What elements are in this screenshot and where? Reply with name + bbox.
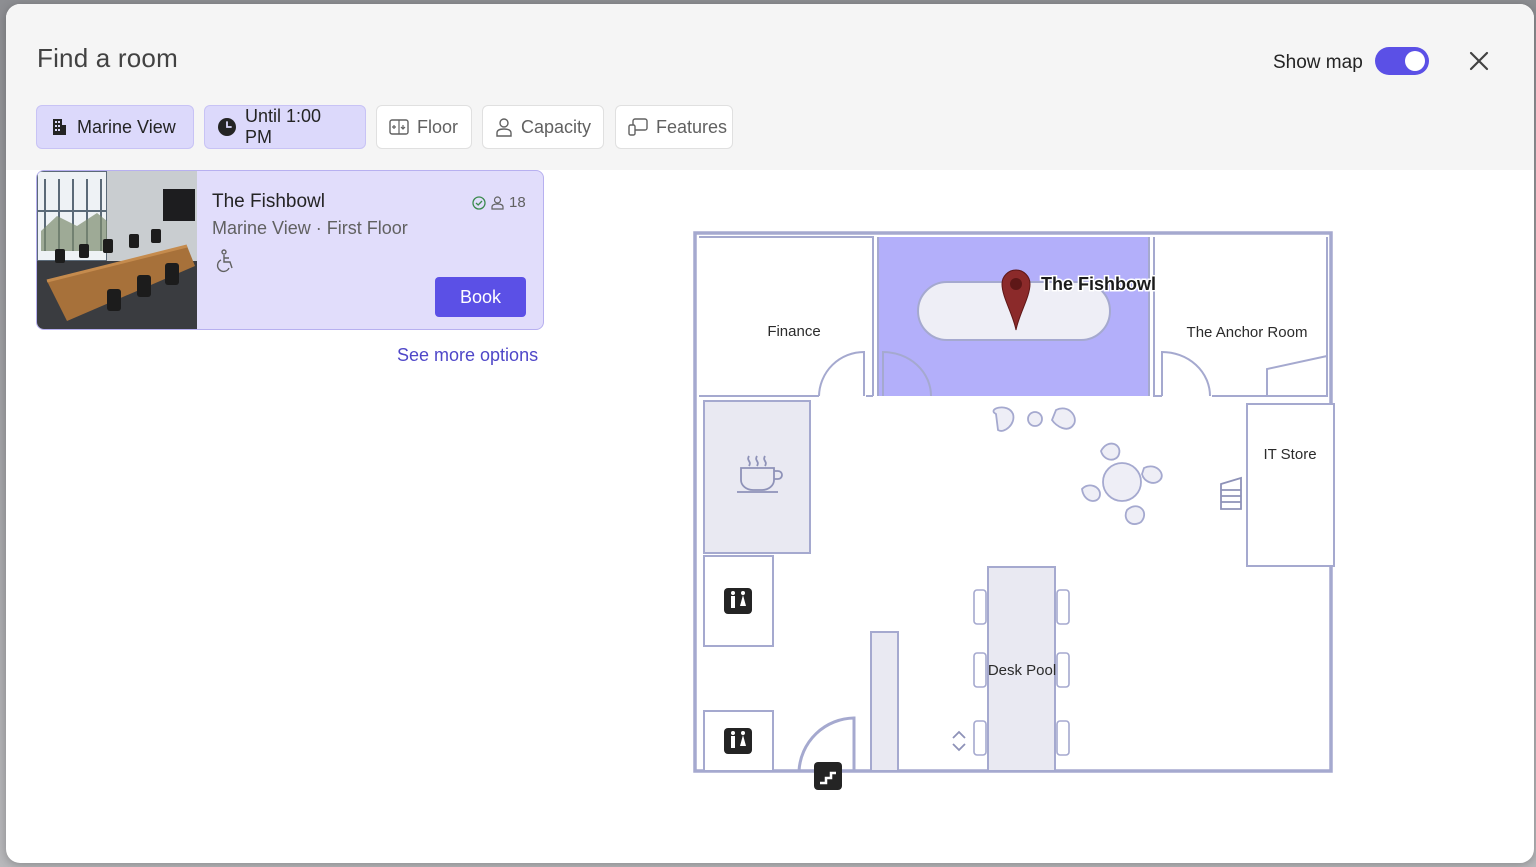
stairs-icon — [814, 762, 842, 790]
map-label-desk-pool: Desk Pool — [988, 662, 1056, 679]
floor-icon — [389, 117, 409, 137]
toggle-knob — [1405, 51, 1425, 71]
features-filter-label: Features — [656, 116, 728, 137]
see-more-options-link[interactable]: See more options — [397, 345, 538, 366]
capacity-filter-label: Capacity — [521, 116, 592, 137]
room-card[interactable]: The Fishbowl 18 Marine View · First Floo… — [36, 170, 544, 330]
find-room-dialog: Find a room Show map Marine View Until 1… — [6, 4, 1534, 863]
floor-map[interactable]: The Fishbowl Finance The Anchor Room IT … — [686, 224, 1346, 804]
features-filter[interactable]: Features — [615, 105, 733, 149]
show-map-label: Show map — [1273, 52, 1363, 73]
map-label-it-store: IT Store — [1263, 446, 1316, 463]
time-filter[interactable]: Until 1:00 PM — [204, 105, 366, 149]
building-icon — [49, 117, 69, 137]
capacity-filter[interactable]: Capacity — [482, 105, 604, 149]
room-name: The Fishbowl — [212, 191, 325, 212]
map-pin-label: The Fishbowl — [1041, 274, 1156, 294]
person-icon — [495, 117, 513, 137]
show-map-toggle[interactable] — [1375, 47, 1429, 75]
room-photo — [37, 171, 197, 329]
room-capacity: 18 — [509, 194, 526, 211]
building-filter-label: Marine View — [77, 116, 176, 137]
restroom-icon-2 — [724, 728, 752, 754]
map-label-finance: Finance — [767, 323, 820, 340]
features-icon — [628, 117, 648, 137]
dialog-title: Find a room — [37, 43, 178, 73]
building-filter[interactable]: Marine View — [36, 105, 194, 149]
clock-icon — [217, 117, 237, 137]
book-button[interactable]: Book — [435, 277, 526, 317]
room-location: Marine View · First Floor — [212, 218, 408, 238]
map-label-anchor-room: The Anchor Room — [1187, 324, 1308, 341]
accessible-icon — [216, 249, 233, 273]
person-icon — [491, 195, 504, 210]
close-icon[interactable] — [1466, 48, 1492, 74]
check-circle-icon — [472, 195, 486, 210]
floor-filter-label: Floor — [417, 116, 459, 137]
restroom-icon — [724, 588, 752, 614]
room-meta: 18 — [472, 194, 526, 211]
time-filter-label: Until 1:00 PM — [245, 106, 322, 147]
floor-filter[interactable]: Floor — [376, 105, 472, 149]
